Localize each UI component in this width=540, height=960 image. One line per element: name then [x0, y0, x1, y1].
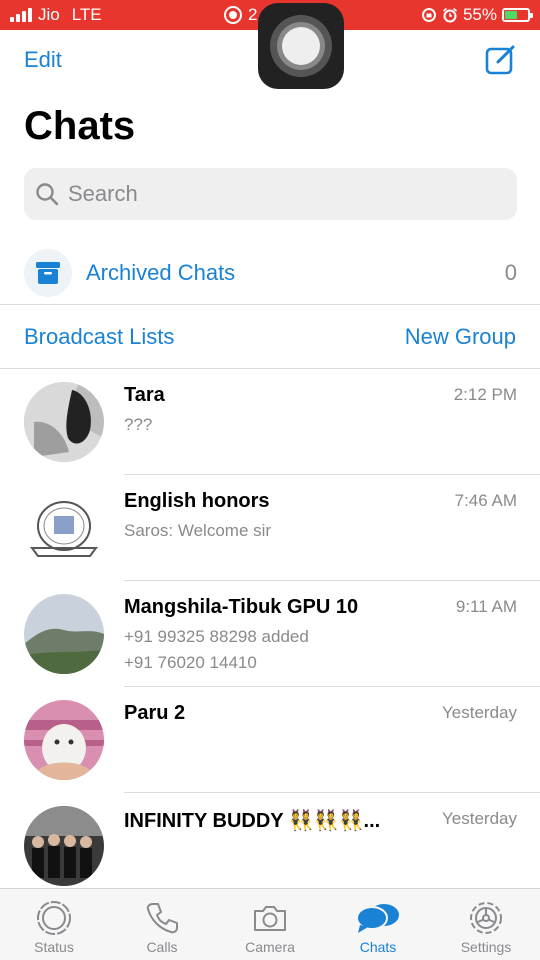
chat-bubbles-icon [356, 904, 399, 933]
archived-chats-row[interactable]: Archived Chats 0 [24, 247, 517, 299]
chat-name: INFINITY BUDDY 👯👯👯... [124, 810, 381, 832]
message-line: Saros: Welcome sir [124, 521, 272, 540]
clock-fragment: 2 [248, 5, 258, 24]
divider [0, 304, 540, 305]
chat-row-tara[interactable]: Tara 2:12 PM ??? [0, 369, 540, 475]
assistive-touch-button[interactable] [258, 3, 344, 89]
tab-camera[interactable]: Camera [216, 889, 324, 960]
chat-name: Paru 2 [124, 702, 186, 724]
broadcast-lists-link[interactable]: Broadcast Lists [24, 324, 174, 350]
avatar [24, 700, 104, 780]
phone-icon [146, 903, 178, 934]
archived-chats-count: 0 [504, 260, 517, 285]
battery-fill [505, 11, 518, 19]
screen-record-icon [224, 6, 242, 24]
tab-status[interactable]: Status [0, 889, 108, 960]
tab-settings[interactable]: Settings [432, 889, 540, 960]
battery-icon [502, 8, 533, 22]
tab-label: Chats [359, 939, 397, 955]
carrier-name: Jio [38, 5, 60, 24]
chat-row-mangshila-tibuk[interactable]: Mangshila-Tibuk GPU 10 9:11 AM +91 99325… [0, 581, 540, 687]
tab-chats[interactable]: Chats [324, 889, 432, 960]
chat-last-message: Saros: Welcome sir [124, 518, 484, 544]
search-icon [36, 183, 59, 206]
search-input[interactable]: Search [24, 168, 517, 220]
battery-percent: 55% [462, 5, 497, 24]
edit-button[interactable]: Edit [24, 47, 62, 73]
chat-row-english-honors[interactable]: English honors 7:46 AM Saros: Welcome si… [0, 475, 540, 581]
tab-label: Calls [146, 939, 178, 955]
rotation-lock-icon [421, 8, 436, 22]
message-line: +91 76020 14410 [124, 653, 257, 672]
tab-label: Status [34, 939, 74, 955]
compose-icon[interactable] [484, 42, 518, 76]
avatar [24, 382, 104, 462]
tab-label: Camera [245, 939, 295, 955]
chat-last-message: ??? [124, 412, 484, 438]
page-title: Chats [24, 104, 136, 148]
status-center: 2 [224, 5, 257, 25]
avatar [24, 488, 104, 568]
gear-icon [470, 902, 502, 934]
chat-time: 2:12 PM [453, 385, 517, 404]
signal-icon [10, 8, 32, 22]
chat-time: Yesterday [442, 703, 517, 722]
message-line: +91 99325 88298 added [124, 627, 309, 646]
chat-row-infinity-buddy[interactable]: INFINITY BUDDY 👯👯👯... Yesterday [0, 793, 540, 899]
archive-icon [24, 249, 72, 297]
network-type: LTE [71, 5, 102, 24]
chat-name: English honors [124, 490, 270, 512]
archived-chats-label: Archived Chats [86, 260, 236, 285]
new-group-link[interactable]: New Group [405, 324, 516, 350]
alarm-icon [442, 7, 457, 23]
camera-icon [254, 906, 286, 931]
chat-row-paru-2[interactable]: Paru 2 Yesterday [0, 687, 540, 793]
chat-last-message: +91 99325 88298 added +91 76020 14410 [124, 624, 484, 676]
search-placeholder: Search [68, 181, 138, 206]
chat-name: Tara [124, 384, 165, 406]
avatar [24, 594, 104, 674]
avatar [24, 806, 104, 886]
status-icon [37, 901, 71, 935]
tab-label: Settings [460, 939, 512, 955]
tab-bar: Status Calls Camera Chats Settings [0, 888, 540, 960]
status-right: 55% [421, 5, 533, 25]
status-left: Jio LTE [10, 5, 102, 25]
chat-time: 7:46 AM [454, 491, 517, 510]
message-line: ??? [124, 415, 153, 434]
chat-time: 9:11 AM [455, 597, 517, 616]
chat-name: Mangshila-Tibuk GPU 10 [124, 596, 359, 618]
chat-time: Yesterday [442, 809, 517, 828]
tab-calls[interactable]: Calls [108, 889, 216, 960]
